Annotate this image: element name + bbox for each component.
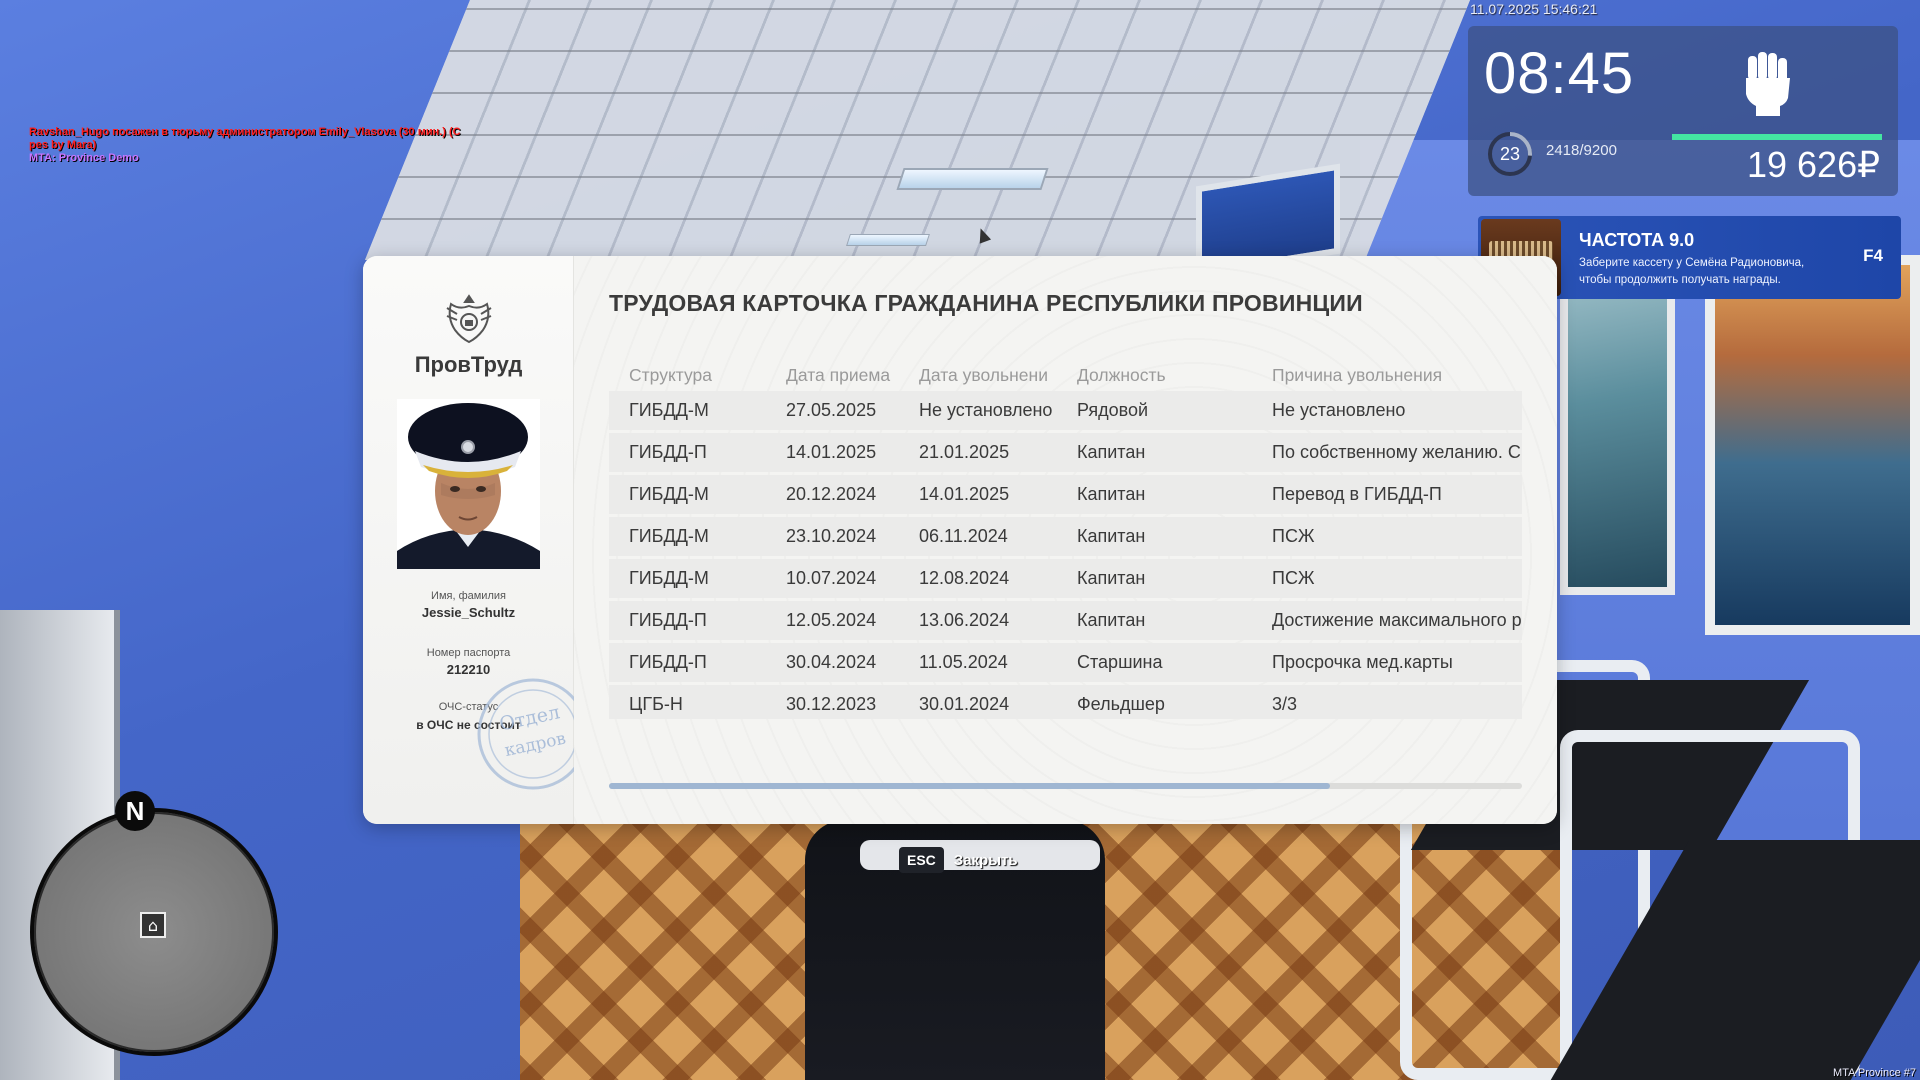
table-cell: ЦГБ-Н bbox=[609, 685, 766, 719]
table-cell: Фельдшер bbox=[1057, 685, 1252, 719]
table-cell: ГИБДД-М bbox=[609, 517, 766, 556]
table-row: ГИБДД-М 27.05.2025 Не установлено Рядовой Не… bbox=[609, 391, 1522, 430]
stamp-text: кадров bbox=[503, 729, 568, 761]
table-cell: Перевод в ГИБДД-П bbox=[1252, 475, 1522, 514]
table-cell: Капитан bbox=[1057, 559, 1252, 598]
money-balance: 19 626₽ bbox=[1746, 144, 1880, 185]
chat-log: Ravshan_Hugo посажен в тюрьму администра… bbox=[29, 126, 499, 165]
table-cell: 12.08.2024 bbox=[899, 559, 1057, 598]
table-cell: 21.01.2025 bbox=[899, 433, 1057, 472]
frequency-title: ЧАСТОТА 9.0 bbox=[1579, 230, 1695, 250]
table-row: ГИБДД-М 10.07.2024 12.08.2024 Капитан ПСЖ bbox=[609, 559, 1522, 598]
table-cell: 13.06.2024 bbox=[899, 601, 1057, 640]
table-cell: 10.07.2024 bbox=[766, 559, 899, 598]
painting bbox=[1560, 265, 1675, 595]
card-sidebar: ПровТруд Имя, фамилия Jessie_Schultz Ном… bbox=[363, 256, 589, 824]
citizen-name: Jessie_Schultz bbox=[421, 605, 516, 620]
table-cell: 11.05.2024 bbox=[899, 643, 1057, 682]
table-cell: Старшина bbox=[1057, 643, 1252, 682]
table-cell: ГИБДД-М bbox=[609, 391, 766, 430]
chat-message: pes by Mara) bbox=[29, 139, 97, 151]
frequency-description: Заберите кассету у Семёна Радионовича, ч… bbox=[1579, 257, 1805, 286]
table-cell: Капитан bbox=[1057, 517, 1252, 556]
passport-label: Номер паспорта bbox=[426, 647, 511, 659]
table-cell: Капитан bbox=[1057, 601, 1252, 640]
table-row: ГИБДД-П 14.01.2025 21.01.2025 Капитан По соб… bbox=[609, 433, 1522, 472]
table-cell: ГИБДД-М bbox=[609, 559, 766, 598]
player-level: 23 bbox=[1499, 143, 1521, 164]
table-cell: ГИБДД-М bbox=[609, 475, 766, 514]
fist-icon bbox=[1746, 52, 1790, 116]
close-hint[interactable]: ESC Закрыть bbox=[899, 847, 1018, 873]
ceiling-lamp bbox=[896, 168, 1049, 190]
table-cell: 06.11.2024 bbox=[899, 517, 1057, 556]
money-bar bbox=[1672, 134, 1882, 140]
table-cell: ГИБДД-П bbox=[609, 601, 766, 640]
employment-table-scroll[interactable]: Структура Дата приема Дата увольнени Дол… bbox=[609, 359, 1522, 719]
table-row: ГИБДД-П 30.04.2024 11.05.2024 Старшина Проср… bbox=[609, 643, 1522, 682]
table-cell: Капитан bbox=[1057, 433, 1252, 472]
coat-of-arms-icon bbox=[446, 294, 492, 344]
north-indicator: N bbox=[115, 791, 155, 831]
table-cell: 30.12.2023 bbox=[766, 685, 899, 719]
table-header-row: Структура Дата приема Дата увольнени Дол… bbox=[609, 362, 1522, 388]
table-cell: 30.04.2024 bbox=[766, 643, 899, 682]
table-cell: Достижение максимального р bbox=[1252, 601, 1522, 640]
table-cell: Не установлено bbox=[1252, 391, 1522, 430]
close-label[interactable]: Закрыть bbox=[954, 852, 1018, 869]
table-row: ГИБДД-П 12.05.2024 13.06.2024 Капитан Достиж… bbox=[609, 601, 1522, 640]
card-title: ТРУДОВАЯ КАРТОЧКА ГРАЖДАНИНА РЕСПУБЛИКИ … bbox=[609, 290, 1363, 316]
chat-message: Ravshan_Hugo посажен в тюрьму администра… bbox=[29, 126, 461, 138]
table-cell: 27.05.2025 bbox=[766, 391, 899, 430]
game-time: 08:45 bbox=[1484, 41, 1635, 106]
table-cell: По собственному желанию. С bbox=[1252, 433, 1522, 472]
table-cell: 12.05.2024 bbox=[766, 601, 899, 640]
table-cell: ПСЖ bbox=[1252, 559, 1522, 598]
table-cell: 14.01.2025 bbox=[899, 475, 1057, 514]
table-cell: Не установлено bbox=[899, 391, 1057, 430]
server-tag: MTA Province #7 bbox=[1833, 1067, 1916, 1079]
employment-table: Структура Дата приема Дата увольнени Дол… bbox=[609, 359, 1522, 719]
hud-panel: 08:45 23 2418/9200 19 626₽ bbox=[1468, 26, 1898, 196]
column-header: Причина увольнения bbox=[1272, 364, 1443, 385]
table-cell: 3/3 bbox=[1252, 685, 1522, 719]
table-cell: Рядовой bbox=[1057, 391, 1252, 430]
card-content: ТРУДОВАЯ КАРТОЧКА ГРАЖДАНИНА РЕСПУБЛИКИ … bbox=[574, 256, 1557, 824]
table-row: ГИБДД-М 20.12.2024 14.01.2025 Капитан Перево… bbox=[609, 475, 1522, 514]
table-cell: Капитан bbox=[1057, 475, 1252, 514]
column-header: Дата приема bbox=[786, 364, 891, 385]
money-bar-fill bbox=[1672, 134, 1882, 140]
server-datetime: 11.07.2025 15:46:21 bbox=[1470, 1, 1598, 17]
table-cell: Просрочка мед.карты bbox=[1252, 643, 1522, 682]
citizen-photo bbox=[397, 399, 540, 569]
column-header: Структура bbox=[629, 364, 713, 385]
table-row: ГИБДД-М 23.10.2024 06.11.2024 Капитан ПСЖ bbox=[609, 517, 1522, 556]
ceiling-lamp bbox=[846, 234, 930, 246]
experience-counter: 2418/9200 bbox=[1546, 142, 1617, 159]
esc-key[interactable]: ESC bbox=[899, 847, 944, 873]
passport-number: 212210 bbox=[446, 662, 491, 677]
table-cell: ГИБДД-П bbox=[609, 643, 766, 682]
painting bbox=[1705, 255, 1920, 635]
name-label: Имя, фамилия bbox=[431, 590, 506, 602]
table-cell: ГИБДД-П bbox=[609, 433, 766, 472]
table-cell: ПСЖ bbox=[1252, 517, 1522, 556]
player-marker-icon: ⌂ bbox=[140, 912, 166, 938]
brand-name: ПровТруд bbox=[414, 352, 523, 377]
column-header: Должность bbox=[1077, 364, 1166, 385]
scrollbar-thumb[interactable] bbox=[609, 783, 1331, 789]
chat-message: MTA: Province Demo bbox=[29, 152, 139, 164]
table-cell: 20.12.2024 bbox=[766, 475, 899, 514]
column-header: Дата увольнени bbox=[919, 364, 1048, 385]
table-cell: 14.01.2025 bbox=[766, 433, 899, 472]
employment-card-window: ПровТруд Имя, фамилия Jessie_Schultz Ном… bbox=[363, 256, 1557, 824]
frequency-hotkey: F4 bbox=[1863, 246, 1883, 265]
horizontal-scrollbar[interactable] bbox=[609, 783, 1522, 789]
table-cell: 23.10.2024 bbox=[766, 517, 899, 556]
table-cell: 30.01.2024 bbox=[899, 685, 1057, 719]
table-row: ЦГБ-Н 30.12.2023 30.01.2024 Фельдшер 3/3 bbox=[609, 685, 1522, 719]
